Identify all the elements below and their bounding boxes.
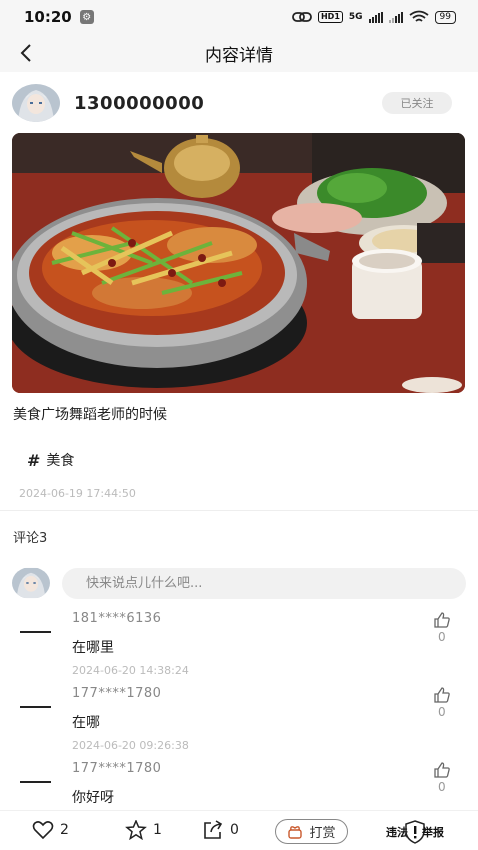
status-indicators: HD1 5G 99 (292, 10, 456, 24)
comment-text: 在哪里 (72, 640, 114, 656)
reward-button[interactable]: 打赏 (275, 819, 348, 844)
chevron-left-icon[interactable] (16, 42, 38, 64)
post-date: 2024-06-19 17:44:50 (19, 487, 136, 500)
comment-like-count: 0 (438, 780, 446, 794)
hashtag-icon: # (27, 450, 41, 470)
comment-avatar-placeholder (20, 706, 51, 708)
comment-text: 在哪 (72, 715, 100, 731)
comment-input[interactable] (62, 567, 466, 599)
post-text: 美食广场舞蹈老师的时候 (13, 407, 167, 423)
comment-user: 177****1780 (72, 686, 162, 701)
post-tag[interactable]: # 美食 (27, 450, 74, 470)
divider (0, 510, 478, 511)
gift-icon (288, 826, 303, 839)
signal-icon (368, 11, 383, 23)
status-time: 10:20 (24, 8, 72, 26)
follow-button[interactable]: 已关注 (382, 92, 452, 114)
comment-compose (12, 566, 468, 600)
comment-like-count: 0 (438, 705, 446, 719)
comment-avatar-placeholder (20, 781, 51, 783)
favorite-count: 1 (153, 822, 162, 838)
share-icon (204, 820, 223, 839)
battery-indicator: 99 (434, 10, 456, 24)
avatar[interactable] (12, 84, 60, 122)
heart-icon (32, 821, 54, 840)
status-bar: 10:20 ⚙ HD1 5G 99 (0, 0, 478, 34)
avatar (12, 567, 50, 599)
thumbs-up-icon[interactable] (433, 686, 451, 704)
wrench-icon: ⚙ (79, 10, 94, 24)
hd-badge: HD1 (317, 11, 343, 23)
signal-icon-2 (388, 11, 403, 23)
favorite-button[interactable]: 1 (125, 820, 162, 840)
like-button[interactable]: 2 (32, 820, 69, 840)
comment-avatar-placeholder (20, 631, 51, 633)
post-tag-label: 美食 (46, 453, 75, 469)
comment-item: 181****6136 在哪里 2024-06-20 14:38:24 0 (0, 604, 478, 679)
comment-item: 177****1780 在哪 2024-06-20 09:26:38 0 (0, 679, 478, 754)
like-count: 2 (60, 822, 69, 838)
page-title: 内容详情 (205, 45, 273, 66)
network-type: 5G (348, 12, 363, 22)
thumbs-up-icon[interactable] (433, 761, 451, 779)
thumbs-up-icon[interactable] (433, 611, 451, 629)
nav-bar: 内容详情 (0, 34, 478, 72)
report-button[interactable]: 违法 举报 (386, 820, 444, 844)
reward-label: 打赏 (309, 826, 336, 841)
comments-heading: 评论3 (13, 531, 48, 546)
comment-user: 181****6136 (72, 611, 162, 626)
comment-time: 2024-06-20 09:26:38 (72, 739, 189, 752)
star-icon (125, 820, 147, 840)
report-label-right: 举报 (422, 826, 444, 839)
comment-user: 177****1780 (72, 761, 162, 776)
share-count: 0 (230, 822, 239, 838)
post-photo[interactable] (12, 133, 465, 393)
link-icon (292, 12, 312, 22)
comment-text: 你好呀 (72, 790, 114, 806)
wifi-icon (408, 10, 429, 22)
author-row: 1300000000 已关注 (0, 80, 478, 126)
share-button[interactable]: 0 (202, 820, 239, 840)
comment-like-count: 0 (438, 630, 446, 644)
comment-time: 2024-06-20 14:38:24 (72, 664, 189, 677)
bottom-action-bar: 2 1 0 打赏 违法 举报 (0, 810, 478, 850)
author-name[interactable]: 1300000000 (74, 93, 204, 114)
